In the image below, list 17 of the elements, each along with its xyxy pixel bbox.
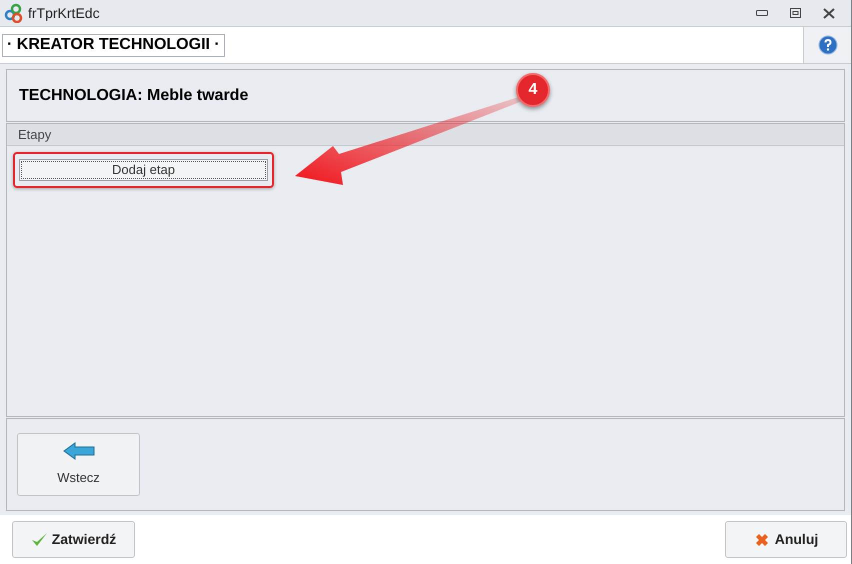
help-button[interactable] bbox=[803, 27, 851, 63]
add-stage-button[interactable]: Dodaj etap bbox=[19, 158, 268, 181]
close-icon[interactable] bbox=[823, 8, 835, 18]
confirm-button[interactable]: Zatwierdź bbox=[12, 521, 135, 558]
left-arrow-icon bbox=[62, 442, 94, 460]
technology-title: TECHNOLOGIA: Meble twarde bbox=[19, 86, 248, 106]
back-button[interactable]: Wstecz bbox=[17, 433, 140, 496]
minimize-icon[interactable] bbox=[756, 10, 768, 16]
stages-header: Etapy bbox=[7, 124, 844, 146]
window-title: frTprKrtEdc bbox=[28, 4, 100, 23]
restore-icon[interactable] bbox=[790, 8, 801, 18]
cross-icon bbox=[754, 532, 770, 548]
app-logo-icon bbox=[4, 3, 24, 23]
help-icon bbox=[818, 35, 838, 55]
checkmark-icon bbox=[30, 532, 48, 547]
cancel-button[interactable]: Anuluj bbox=[725, 521, 847, 558]
header-title: · KREATOR TECHNOLOGII · bbox=[2, 34, 225, 56]
